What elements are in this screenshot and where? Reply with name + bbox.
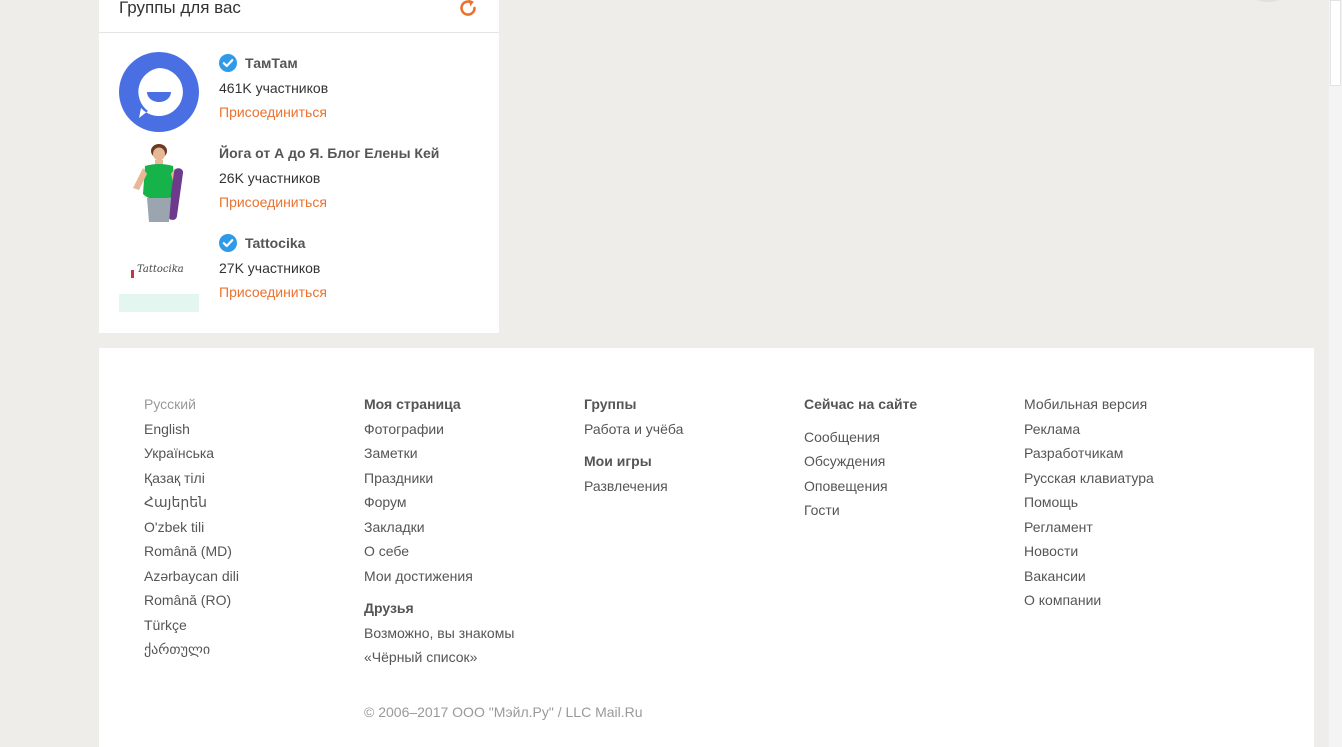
group-member-count: 461K участников [219, 80, 329, 96]
site-footer: Русский English Українська Қазақ тілі Հա… [99, 348, 1314, 747]
footer-link[interactable]: Сообщения [804, 427, 1014, 452]
footer-my-page-column: Моя страница Фотографии Заметки Праздник… [364, 394, 574, 672]
scrollbar-track[interactable] [1329, 0, 1342, 747]
group-member-count: 26K участников [219, 170, 321, 186]
group-member-count: 27K участников [219, 260, 321, 276]
groups-card-title: Группы для вас [119, 0, 241, 17]
svg-text:Tattocika: Tattocika [137, 264, 184, 275]
group-info: Йога от А до Я. Блог Елены Кей 26K участ… [219, 142, 439, 212]
language-link[interactable]: English [144, 419, 354, 444]
group-item: Йога от А до Я. Блог Елены Кей 26K участ… [119, 142, 489, 222]
yoga-woman-photo-icon [119, 142, 199, 222]
footer-heading-my-games[interactable]: Мои игры [584, 451, 794, 476]
group-name: Йога от А до Я. Блог Елены Кей [219, 145, 440, 161]
footer-heading-friends[interactable]: Друзья [364, 598, 574, 623]
footer-link[interactable]: Вакансии [1024, 566, 1234, 591]
footer-link[interactable]: Мои достижения [364, 566, 574, 591]
group-title-link[interactable]: Tattocika [219, 232, 327, 254]
group-name: Tattocika [245, 235, 306, 251]
copyright-notice: © 2006–2017 ООО "Мэйл.Ру" / LLC Mail.Ru [364, 704, 643, 720]
footer-link[interactable]: Форум [364, 492, 574, 517]
footer-groups-column: Группы Работа и учёба Мои игры Развлечен… [584, 394, 794, 500]
group-item: ТамТам 461K участников Присоединиться [119, 52, 489, 132]
footer-link[interactable]: О себе [364, 541, 574, 566]
footer-now-on-site-column: Сейчас на сайте Сообщения Обсуждения Опо… [804, 394, 1014, 525]
group-avatar-tattocika[interactable]: Tattocika [119, 232, 199, 312]
footer-languages-column: Русский English Українська Қазақ тілі Հա… [144, 394, 354, 664]
verified-badge-icon [219, 234, 237, 252]
tamtam-logo-icon [119, 52, 199, 132]
group-info: ТамТам 461K участников Присоединиться [219, 52, 328, 122]
footer-link[interactable]: Русская клавиатура [1024, 468, 1234, 493]
join-group-button[interactable]: Присоединиться [219, 102, 327, 122]
footer-link[interactable]: Оповещения [804, 476, 1014, 501]
footer-link[interactable]: Возможно, вы знакомы [364, 623, 574, 648]
language-link[interactable]: Română (RO) [144, 590, 354, 615]
join-group-button[interactable]: Присоединиться [219, 282, 327, 302]
group-title-link[interactable]: Йога от А до Я. Блог Елены Кей [219, 142, 439, 164]
language-current: Русский [144, 396, 196, 412]
group-avatar-tamtam[interactable] [119, 52, 199, 132]
language-link[interactable]: Azərbaycan dili [144, 566, 354, 591]
scrollbar-thumb[interactable] [1330, 0, 1341, 86]
footer-link[interactable]: Мобильная версия [1024, 394, 1234, 419]
footer-heading-now-on-site[interactable]: Сейчас на сайте [804, 394, 1014, 419]
language-link[interactable]: Українська [144, 443, 354, 468]
header-avatar-edge [1248, 0, 1288, 2]
footer-link[interactable]: Работа и учёба [584, 419, 794, 444]
refresh-icon[interactable] [457, 0, 479, 19]
footer-link[interactable]: Реклама [1024, 419, 1234, 444]
group-name: ТамТам [245, 55, 298, 71]
group-item: Tattocika Tattocika 27K участников Присо… [119, 232, 489, 312]
language-link[interactable]: Türkçe [144, 615, 354, 640]
language-link[interactable]: Română (MD) [144, 541, 354, 566]
group-avatar-yoga[interactable] [119, 142, 199, 222]
footer-link[interactable]: Развлечения [584, 476, 794, 501]
footer-link[interactable]: Фотографии [364, 419, 574, 444]
tattocika-logo-icon: Tattocika [119, 232, 199, 312]
group-info: Tattocika 27K участников Присоединиться [219, 232, 327, 302]
language-link[interactable]: ქართული [144, 639, 354, 664]
footer-link[interactable]: Гости [804, 500, 1014, 525]
join-group-button[interactable]: Присоединиться [219, 192, 327, 212]
language-link[interactable]: Հայերեն [144, 492, 354, 517]
footer-link[interactable]: Обсуждения [804, 451, 1014, 476]
language-link[interactable]: O'zbek tili [144, 517, 354, 542]
footer-link[interactable]: О компании [1024, 590, 1234, 615]
footer-link[interactable]: Новости [1024, 541, 1234, 566]
group-title-link[interactable]: ТамТам [219, 52, 328, 74]
verified-badge-icon [219, 54, 237, 72]
footer-link[interactable]: Разработчикам [1024, 443, 1234, 468]
language-link[interactable]: Қазақ тілі [144, 468, 354, 493]
footer-heading-my-page[interactable]: Моя страница [364, 394, 574, 419]
footer-link[interactable]: Регламент [1024, 517, 1234, 542]
groups-card-header: Группы для вас [99, 0, 499, 33]
footer-link[interactable]: Праздники [364, 468, 574, 493]
footer-link[interactable]: Помощь [1024, 492, 1234, 517]
footer-misc-column: Мобильная версия Реклама Разработчикам Р… [1024, 394, 1234, 615]
groups-for-you-card: Группы для вас ТамТам 461K участников Пр… [99, 0, 499, 333]
footer-heading-groups[interactable]: Группы [584, 394, 794, 419]
footer-link[interactable]: «Чёрный список» [364, 647, 574, 672]
footer-link[interactable]: Заметки [364, 443, 574, 468]
footer-link[interactable]: Закладки [364, 517, 574, 542]
